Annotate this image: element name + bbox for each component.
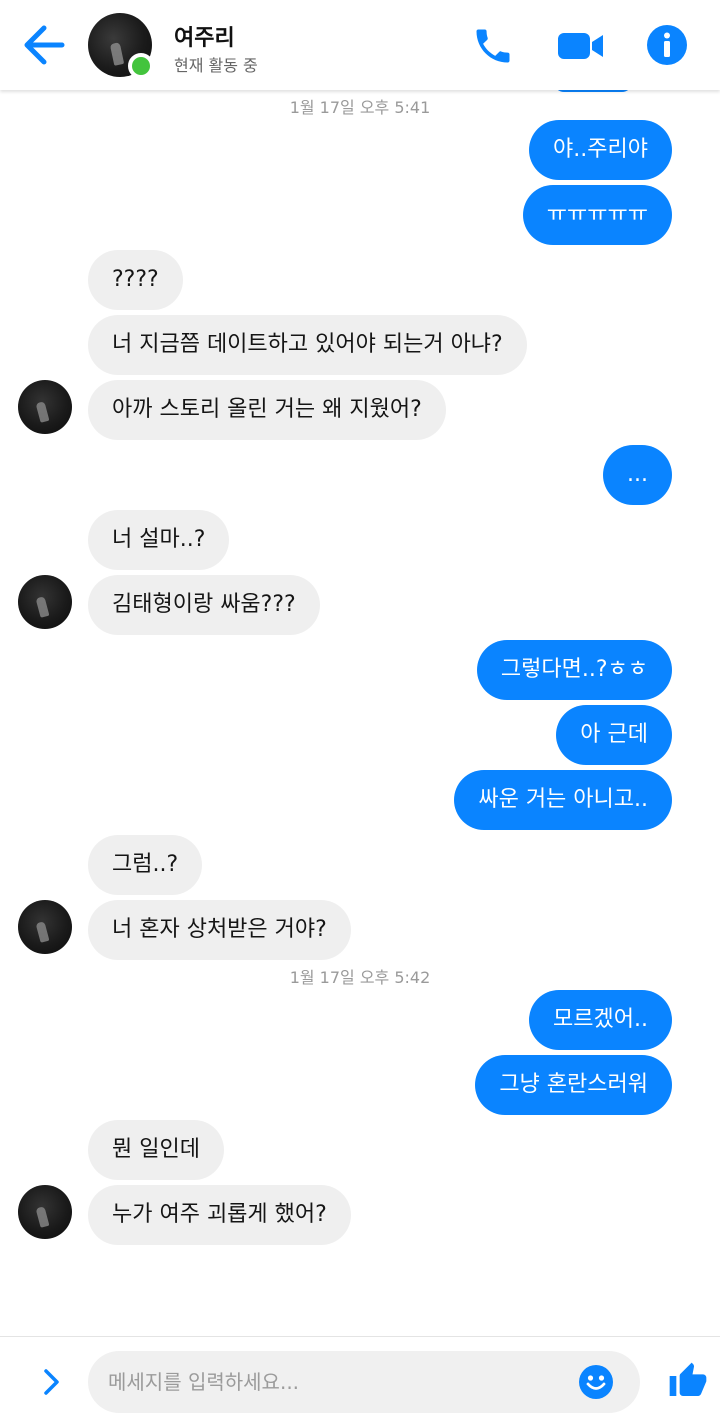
sent-message[interactable]: 그냥 혼란스러워 [475,1055,672,1115]
info-icon[interactable] [646,24,688,66]
sent-message[interactable]: ... [603,445,672,505]
received-message[interactable]: 너 설마..? [88,510,230,570]
received-message[interactable]: 너 지금쯤 데이트하고 있어야 되는거 아냐? [88,315,527,375]
online-status-dot [128,53,154,79]
chevron-right-icon[interactable] [36,1367,66,1397]
received-message[interactable]: 너 혼자 상처받은 거야? [88,900,351,960]
sent-message[interactable]: 모르겠어.. [529,990,672,1050]
contact-avatar[interactable] [18,380,72,434]
contact-avatar[interactable] [18,1185,72,1239]
contact-avatar[interactable] [18,575,72,629]
timestamp: 1월 17일 오후 5:42 [289,968,431,987]
message-input-wrapper [88,1351,640,1413]
received-message[interactable]: 아까 스토리 올린 거는 왜 지웠어? [88,380,446,440]
sent-message[interactable]: 아 근데 [556,705,672,765]
received-message[interactable]: 김태형이랑 싸움??? [88,575,320,635]
emoji-icon[interactable] [578,1364,614,1400]
chat-header: 여주리 현재 활동 중 [0,0,720,90]
thumbs-up-icon[interactable] [668,1361,708,1401]
video-camera-icon[interactable] [556,24,606,68]
received-message[interactable]: 누가 여주 괴롭게 했어? [88,1185,351,1245]
message-input[interactable] [108,1351,578,1413]
sent-message[interactable]: ㅠㅠㅠㅠㅠ [522,185,672,245]
back-arrow-icon[interactable] [20,22,68,68]
phone-icon[interactable] [470,24,516,68]
contact-avatar[interactable] [18,900,72,954]
contact-name[interactable]: 여주리 [174,20,235,52]
message-composer [0,1336,720,1424]
received-message[interactable]: ???? [88,250,183,310]
sent-message[interactable]: 그렇다면..?ㅎㅎ [476,640,672,700]
received-message[interactable]: 그럼..? [88,835,203,895]
timestamp: 1월 17일 오후 5:41 [289,98,431,117]
sent-message[interactable]: 야..주리야 [529,120,672,180]
received-message[interactable]: 뭔 일인데 [88,1120,224,1180]
sent-message[interactable]: 싸운 거는 아니고.. [454,770,672,830]
contact-status: 현재 활동 중 [174,56,258,75]
